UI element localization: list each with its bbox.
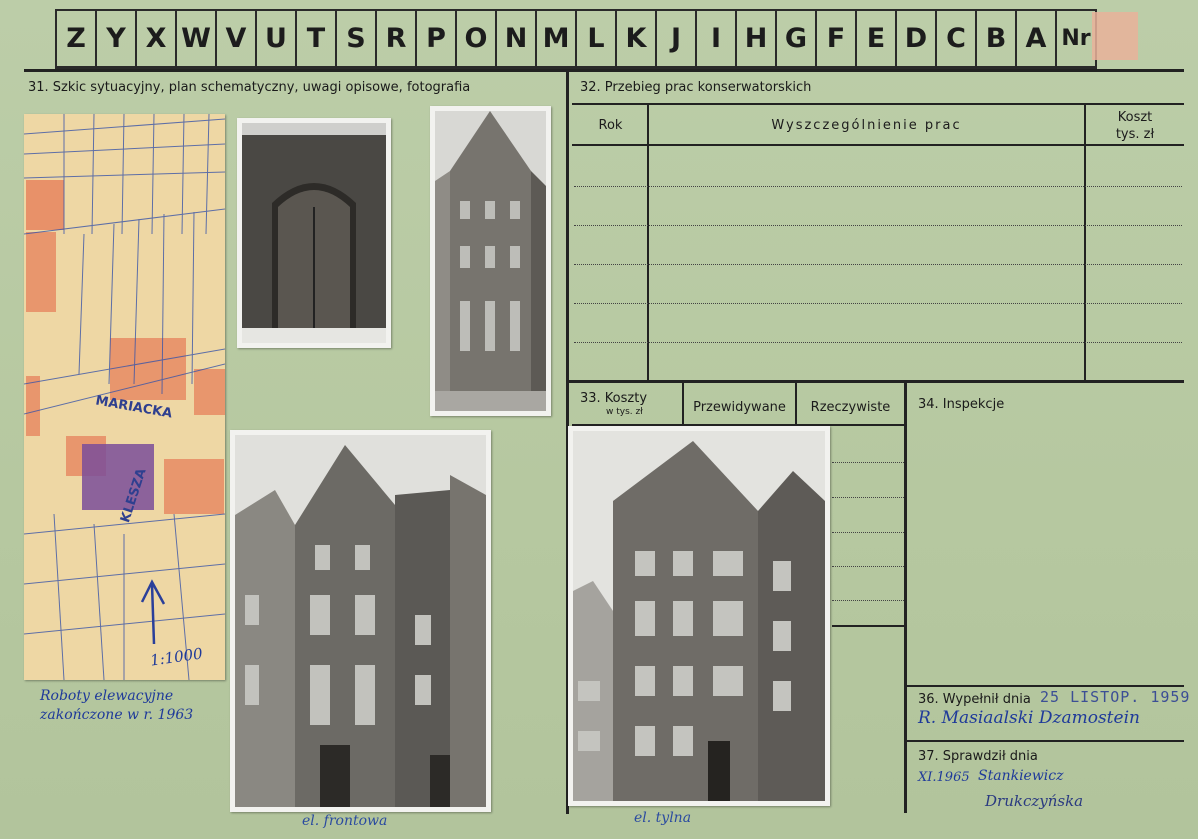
s37-signature-1: Stankiewicz — [978, 768, 1064, 784]
letter-cell-r: R — [375, 11, 415, 66]
letter-cell-j: J — [655, 11, 695, 66]
s32-col-sep-2 — [1084, 103, 1086, 380]
letter-cell-b: B — [975, 11, 1015, 66]
s32-row-5 — [574, 342, 1182, 343]
letter-cell-f: F — [815, 11, 855, 66]
s37-signature-2: Drukczyńska — [985, 792, 1084, 810]
s33-header-bottom — [572, 424, 906, 426]
letter-cell-u: U — [255, 11, 295, 66]
s37-date: XI.1965 — [918, 770, 970, 785]
letter-cell-d: D — [895, 11, 935, 66]
letter-cell-o: O — [455, 11, 495, 66]
caption-front: el. frontowa — [302, 813, 388, 829]
s32-col-details: Wyszczególnienie prac — [771, 118, 962, 133]
letter-cell-i: I — [695, 11, 735, 66]
s32-row-1 — [574, 186, 1182, 187]
divider-top — [24, 69, 1184, 72]
letter-cell-m: M — [535, 11, 575, 66]
s36-date-stamp: 25 LISTOP. 1959 — [1040, 688, 1191, 706]
letter-cell-g: G — [775, 11, 815, 66]
letter-cell-l: L — [575, 11, 615, 66]
s33-row-4 — [832, 566, 904, 567]
s33-row-3 — [832, 532, 904, 533]
s37-top — [906, 740, 1184, 742]
letter-cell-p: P — [415, 11, 455, 66]
s32-col-year: Rok — [598, 118, 623, 133]
letter-cell-c: C — [935, 11, 975, 66]
letter-cell-n: N — [495, 11, 535, 66]
photo-facade-narrow — [430, 106, 551, 416]
letter-cell-w: W — [175, 11, 215, 66]
s36-signature: R. Masiaalski Dzamostein — [918, 708, 1140, 728]
s32-row-2 — [574, 225, 1182, 226]
s33-right-edge — [904, 383, 907, 813]
letter-cell-z: Z — [55, 11, 95, 66]
s33-row-2 — [832, 497, 904, 498]
site-map — [24, 114, 225, 680]
s32-col-cost-unit: tys. zł — [1115, 127, 1155, 142]
note-line-1: Roboty elewacyjne — [40, 688, 174, 704]
section-34-title: 34. Inspekcje — [918, 397, 1005, 412]
s32-header-top — [572, 103, 1184, 105]
section-37-label: 37. Sprawdził dnia — [918, 749, 1038, 764]
s36-top — [906, 685, 1184, 687]
s33-row-1 — [832, 462, 904, 463]
s32-col-sep-1 — [647, 103, 649, 380]
letter-cell-t: T — [295, 11, 335, 66]
s32-row-3 — [574, 264, 1182, 265]
section-33-unit: w tys. zł — [606, 407, 643, 417]
letter-cell-a: A — [1015, 11, 1055, 66]
record-card: Z Y X W V U T S R P O N M L K J I H G F E D C B A Nr 31. Szkic sy… — [0, 0, 1198, 839]
color-marker-strip — [1092, 12, 1138, 60]
letter-cell-k: K — [615, 11, 655, 66]
letter-index-row: Z Y X W V U T S R P O N M L K J I H G F E D C B A Nr — [55, 9, 1097, 70]
photo-portal — [237, 118, 391, 348]
s32-header-bottom — [572, 144, 1184, 146]
section-33-title: 33. Koszty — [580, 391, 648, 406]
letter-cell-v: V — [215, 11, 255, 66]
s32-bottom — [566, 380, 1184, 383]
letter-cell-x: X — [135, 11, 175, 66]
letter-cell-y: Y — [95, 11, 135, 66]
letter-cell-s: S — [335, 11, 375, 66]
section-31-title: 31. Szkic sytuacyjny, plan schematyczny,… — [28, 80, 471, 95]
caption-rear: el. tylna — [634, 810, 692, 826]
letter-cell-nr: Nr — [1055, 11, 1097, 66]
s33-row-5 — [832, 600, 904, 601]
photo-front-elevation — [230, 430, 491, 812]
section-32-title: 32. Przebieg prac konserwatorskich — [580, 80, 812, 95]
photo-rear-elevation — [568, 426, 830, 806]
s32-row-4 — [574, 303, 1182, 304]
section-36-label: 36. Wypełnił dnia — [918, 692, 1031, 707]
note-line-2: zakończone w r. 1963 — [40, 707, 194, 723]
letter-cell-h: H — [735, 11, 775, 66]
s33-col-actual: Rzeczywiste — [810, 400, 891, 415]
s33-sub-line — [832, 625, 906, 627]
s32-col-cost: Koszt — [1117, 110, 1153, 125]
s33-col-planned: Przewidywane — [693, 400, 786, 415]
letter-cell-e: E — [855, 11, 895, 66]
